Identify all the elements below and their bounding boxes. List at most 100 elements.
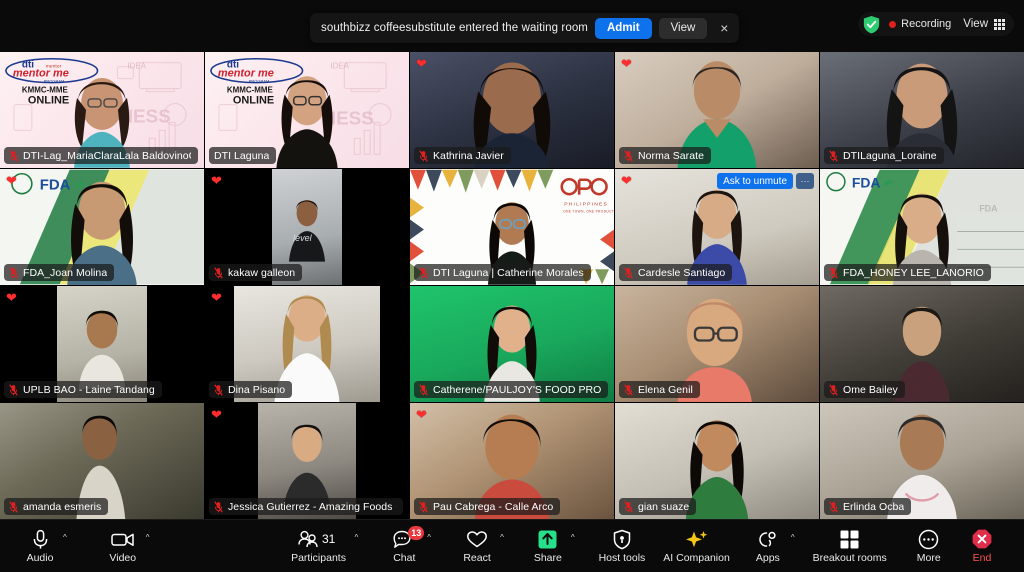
participants-options-caret-icon[interactable]: ^ <box>355 533 359 542</box>
muted-mic-icon <box>214 266 223 279</box>
ai-companion-button[interactable]: AI Companion <box>661 520 732 572</box>
muted-mic-icon <box>214 500 223 513</box>
share-options-caret-icon[interactable]: ^ <box>571 533 575 542</box>
participant-name: DTI Laguna <box>214 149 270 162</box>
people-icon: 31 <box>297 528 341 550</box>
heart-reaction-icon: ❤ <box>6 173 17 188</box>
participant-tile[interactable]: amanda esmeris <box>0 403 204 519</box>
ask-to-unmute-button[interactable]: Ask to unmute <box>717 173 793 189</box>
heart-reaction-icon: ❤ <box>6 290 17 305</box>
participant-tile[interactable]: Erlinda Ocba <box>820 403 1024 519</box>
participant-name-badge: UPLB BAO - Laine Tandang <box>4 381 162 398</box>
participant-tile[interactable]: ❤ Jessica Gutierrez - Amazing Foods Corp <box>205 403 409 519</box>
apps-options-caret-icon[interactable]: ^ <box>791 533 795 542</box>
muted-mic-icon <box>419 500 428 513</box>
heart-reaction-icon: ❤ <box>416 407 427 422</box>
react-options-caret-icon[interactable]: ^ <box>500 533 504 542</box>
chat-button[interactable]: 13 Chat <box>382 520 426 572</box>
heart-reaction-icon: ❤ <box>416 56 427 71</box>
apps-button[interactable]: Apps <box>746 520 790 572</box>
participant-tile[interactable]: ❤ Dina Pisano <box>205 286 409 402</box>
participant-tile[interactable]: ❤ Ask to unmute ⋯ Cardesle Santiago <box>615 169 819 285</box>
close-notification-button[interactable]: × <box>714 18 734 38</box>
video-label: Video <box>109 552 137 564</box>
tile-more-options-button[interactable]: ⋯ <box>796 173 814 189</box>
admit-button[interactable]: Admit <box>595 17 652 39</box>
shield-check-icon[interactable] <box>863 15 880 34</box>
waiting-room-notification: southbizz coffeesubstitute entered the w… <box>310 13 740 43</box>
heart-reaction-icon: ❤ <box>621 173 632 188</box>
view-waiting-room-button[interactable]: View <box>658 17 708 39</box>
participant-name: DTI-Lag_MariaClaraLala BaldovinoConopio <box>23 149 191 162</box>
audio-button[interactable]: Audio <box>18 520 62 572</box>
participant-name: FDA_Joan Molina <box>23 266 108 279</box>
participant-tile[interactable]: FDA ph ❤ FDA_Joan Molina <box>0 169 204 285</box>
muted-mic-icon <box>9 266 18 279</box>
participant-name: Jessica Gutierrez - Amazing Foods Corp <box>228 500 396 513</box>
audio-label: Audio <box>26 552 54 564</box>
participant-name-badge: gian suaze <box>619 498 697 515</box>
more-button[interactable]: More <box>907 520 951 572</box>
participant-tile[interactable]: Ome Bailey <box>820 286 1024 402</box>
heart-reaction-icon: ❤ <box>621 56 632 71</box>
video-options-caret-icon[interactable]: ^ <box>146 533 150 542</box>
meeting-status-cluster: Recording View <box>858 12 1014 36</box>
view-button[interactable]: View <box>963 18 1005 30</box>
participant-name-badge: Ome Bailey <box>824 381 905 398</box>
participant-tile-active-speaker[interactable]: IDEA NESS dti mentor me PROGRAM KMMC-MME… <box>205 52 409 168</box>
participant-name-badge: Catherene/PAULJOY'S FOOD PRODUCTS <box>414 381 608 398</box>
recording-indicator[interactable]: Recording <box>889 18 951 30</box>
participant-tile[interactable]: ❤ Kathrina Javier <box>410 52 614 168</box>
participant-tile[interactable]: IDEA NESS dti mentor mentor me PROGRAM K… <box>0 52 204 168</box>
chat-label: Chat <box>393 552 416 564</box>
muted-mic-icon <box>419 266 428 279</box>
muted-mic-icon <box>9 383 18 396</box>
participant-tile[interactable]: ❤ UPLB BAO - Laine Tandang <box>0 286 204 402</box>
audio-options-caret-icon[interactable]: ^ <box>63 533 67 542</box>
participant-tile[interactable]: ❤ Pau Cabrega - Calle Arco <box>410 403 614 519</box>
participant-tile[interactable]: Elena Genil <box>615 286 819 402</box>
chat-unread-badge: 13 <box>408 525 425 540</box>
participant-name: Pau Cabrega - Calle Arco <box>433 500 554 513</box>
participants-label: Participants <box>291 552 346 564</box>
participant-name-badge: FDA_Joan Molina <box>4 264 115 281</box>
apps-label: Apps <box>755 552 780 564</box>
share-arrow-icon <box>537 528 558 550</box>
chat-options-caret-icon[interactable]: ^ <box>427 533 431 542</box>
heart-reaction-icon: ❤ <box>211 407 222 422</box>
recording-label: Recording <box>901 18 952 30</box>
share-label: Share <box>533 552 562 564</box>
participant-name-badge: Elena Genil <box>619 381 700 398</box>
participant-name-badge: DTI Laguna <box>209 147 277 164</box>
participant-tile[interactable]: Catherene/PAULJOY'S FOOD PRODUCTS <box>410 286 614 402</box>
participant-tile[interactable]: PHILIPPINES ONE TOWN, ONE PRODUCT DTI La… <box>410 169 614 285</box>
heart-icon <box>466 528 488 550</box>
participant-tile[interactable]: DTILaguna_Loraine <box>820 52 1024 168</box>
participant-tile[interactable]: ❤ Norma Sarate <box>615 52 819 168</box>
participant-name-badge: DTI Laguna | Catherine Morales <box>414 264 591 281</box>
participant-name: kakaw galleon <box>228 266 296 279</box>
waiting-room-message: southbizz coffeesubstitute entered the w… <box>321 22 588 34</box>
end-meeting-button[interactable]: End <box>960 520 1004 572</box>
svg-text:level: level <box>293 233 313 243</box>
participant-name: Elena Genil <box>638 383 693 396</box>
breakout-rooms-button[interactable]: Breakout rooms <box>811 520 889 572</box>
muted-mic-icon <box>9 149 18 162</box>
participant-name-badge: Cardesle Santiago <box>619 264 733 281</box>
video-button[interactable]: Video <box>101 520 145 572</box>
participant-name: Cardesle Santiago <box>638 266 726 279</box>
participant-tile[interactable]: gian suaze <box>615 403 819 519</box>
participant-name: UPLB BAO - Laine Tandang <box>23 383 155 396</box>
muted-mic-icon <box>624 149 633 162</box>
participants-button[interactable]: 31 Participants <box>284 520 354 572</box>
host-tools-button[interactable]: Host tools <box>597 520 648 572</box>
participant-name-badge: Jessica Gutierrez - Amazing Foods Corp <box>209 498 403 515</box>
react-button[interactable]: React <box>455 520 499 572</box>
participant-tile[interactable]: ❤ level kakaw galleon <box>205 169 409 285</box>
top-bar: southbizz coffeesubstitute entered the w… <box>0 0 1024 52</box>
host-tools-label: Host tools <box>598 552 646 564</box>
share-button[interactable]: Share <box>526 520 570 572</box>
recording-dot-icon <box>889 20 897 28</box>
participant-tile[interactable]: FDA FDA ph FDA_HONEY LEE_LANORIO <box>820 169 1024 285</box>
ellipsis-icon <box>918 528 939 550</box>
